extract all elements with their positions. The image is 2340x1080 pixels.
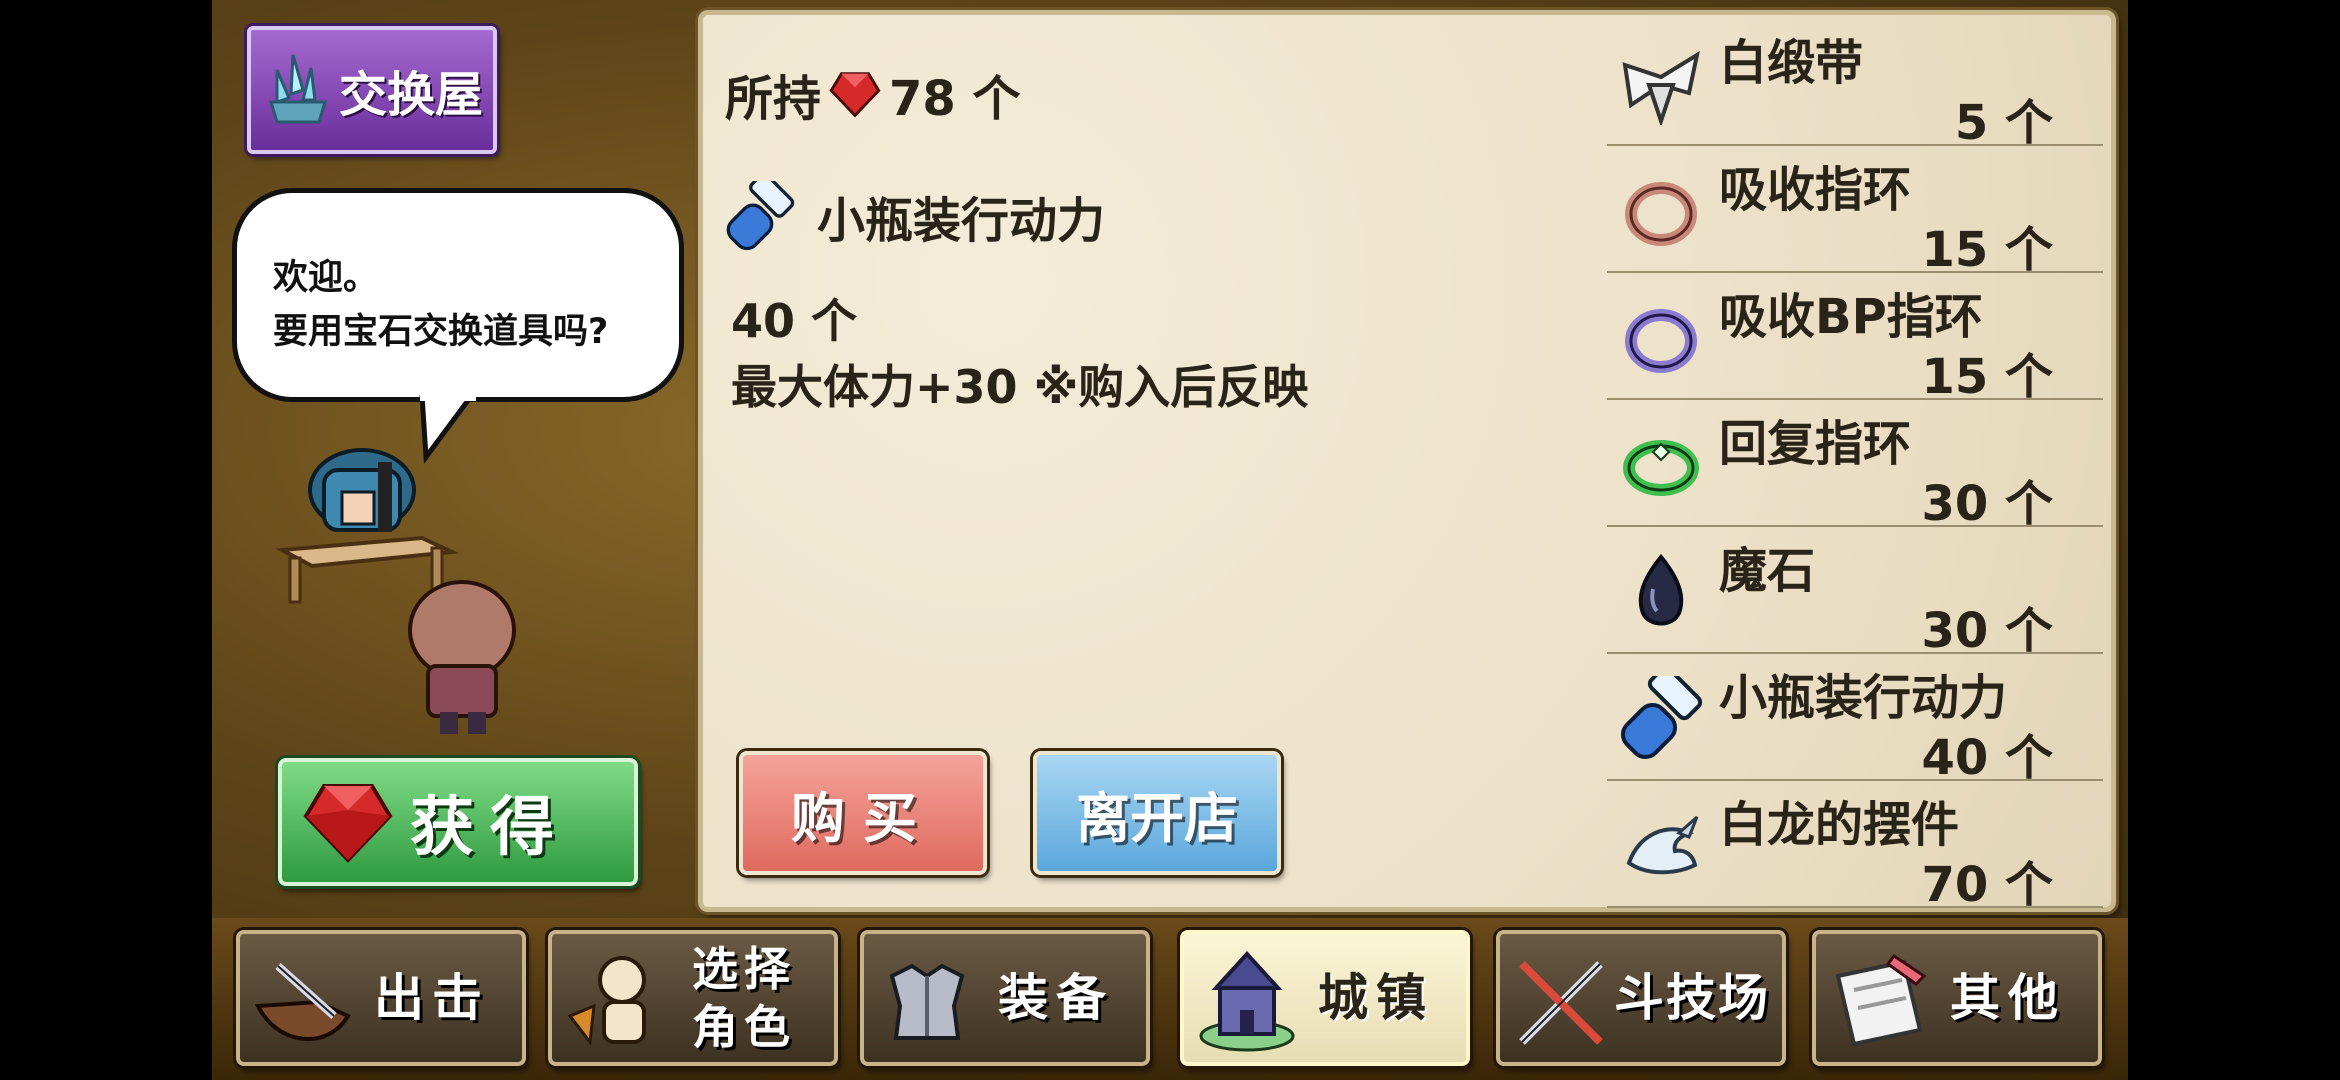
selected-item-description: 最大体力+30 ※购入后反映: [731, 360, 1309, 414]
shop-title-badge: 交换屋: [247, 26, 497, 154]
get-gems-button[interactable]: 获得: [278, 758, 638, 886]
nav-label: 其他: [1950, 969, 2066, 1027]
item-row-recovery-ring[interactable]: 回复指环 30 个: [1607, 400, 2103, 532]
owned-gems: 所持 78 个: [725, 59, 1021, 129]
white-ribbon-icon: [1622, 50, 1700, 125]
nav-other[interactable]: 其他: [1812, 930, 2102, 1066]
npc-line-1: 欢迎。: [273, 258, 379, 298]
swords-icon: [1519, 961, 1603, 1045]
item-name: 回复指环: [1719, 416, 1912, 472]
nav-sortie[interactable]: 出击: [236, 930, 526, 1066]
player-sprite: [408, 580, 516, 734]
red-gem-icon: [829, 72, 881, 118]
shop-scene-illustration: [275, 448, 516, 734]
item-row-absorb-bp-ring[interactable]: 吸收BP指环 15 个: [1607, 273, 2103, 405]
red-gem-icon: [303, 784, 393, 863]
nav-arena[interactable]: 斗技场: [1496, 930, 1786, 1066]
castle-icon: [1199, 951, 1295, 1052]
buy-button[interactable]: 购买: [739, 751, 987, 875]
get-gems-label: 获得: [410, 791, 570, 865]
nav-label: 选择 角色: [692, 942, 796, 1054]
red-ring-icon: [1625, 182, 1697, 246]
item-cost: 15 个: [1921, 222, 2053, 278]
exchange-panel: 所持 78 个 小瓶装行动力 40 个 最大体力+30 ※购入后反映 购买 离开…: [698, 10, 2116, 913]
character-icon: [567, 956, 646, 1046]
selected-item-cost: 40 个: [731, 294, 858, 348]
nav-label: 出击: [374, 969, 490, 1027]
blue-vial-icon: [1620, 676, 1703, 760]
selected-item: 小瓶装行动力: [725, 181, 1105, 251]
item-row-white-ribbon[interactable]: 白缎带 5 个: [1607, 19, 2103, 151]
crystal-icon: [268, 54, 328, 124]
item-row-white-dragon[interactable]: 白龙的摆件 70 个: [1607, 781, 2103, 913]
nav-label: 城镇: [1318, 969, 1434, 1027]
owned-amount: 78 个: [889, 71, 1021, 127]
blue-vial-icon: [726, 181, 795, 251]
nav-label: 斗技场: [1614, 969, 1770, 1027]
armor-icon: [889, 963, 965, 1040]
owned-label: 所持: [725, 71, 822, 127]
purple-ring-icon: [1625, 309, 1697, 373]
npc-line-2: 要用宝石交换道具吗?: [273, 312, 609, 352]
item-cost: 40 个: [1921, 730, 2053, 786]
item-cost: 30 个: [1921, 476, 2053, 532]
boat-icon: [254, 963, 351, 1041]
shop-title: 交换屋: [339, 67, 484, 123]
nav-town[interactable]: 城镇: [1180, 930, 1470, 1066]
nav-equipment[interactable]: 装备: [860, 930, 1150, 1066]
item-row-absorb-ring[interactable]: 吸收指环 15 个: [1607, 146, 2103, 278]
bottom-nav: 出击 选择 角色 装备 城镇 斗技场 其他: [212, 918, 2128, 1080]
nav-select-character[interactable]: 选择 角色: [548, 930, 838, 1066]
item-cost: 70 个: [1921, 857, 2053, 913]
selected-item-name: 小瓶装行动力: [817, 193, 1106, 249]
scroll-icon: [1835, 953, 1927, 1047]
left-letterbox: [0, 0, 212, 1080]
item-row-small-vial[interactable]: 小瓶装行动力 40 个: [1607, 654, 2103, 786]
white-dragon-icon: [1626, 815, 1699, 875]
item-row-magic-stone[interactable]: 魔石 30 个: [1607, 527, 2103, 659]
npc-speech-bubble: 欢迎。 要用宝石交换道具吗?: [232, 188, 684, 402]
shopkeeper-sprite: [308, 448, 416, 532]
item-name: 魔石: [1719, 543, 1816, 599]
right-letterbox: [2128, 0, 2340, 1080]
leave-shop-button[interactable]: 离开店: [1033, 751, 1281, 875]
dark-stone-icon: [1638, 553, 1684, 626]
item-list: 白缎带 5 个 吸收指环 15 个 吸收BP指环 15 个 回复指环 30 个 …: [1607, 19, 2103, 913]
item-cost: 15 个: [1921, 349, 2053, 405]
item-cost: 30 个: [1921, 603, 2053, 659]
green-ring-icon: [1623, 440, 1699, 496]
item-name: 白缎带: [1719, 35, 1864, 91]
game-screen: 交换屋 欢迎。 要用宝石交换道具吗? 获得 所持 78 个 小瓶装行动力 40 …: [212, 0, 2128, 1080]
nav-label: 装备: [998, 969, 1114, 1027]
item-name: 吸收指环: [1719, 162, 1912, 218]
item-cost: 5 个: [1954, 95, 2053, 151]
